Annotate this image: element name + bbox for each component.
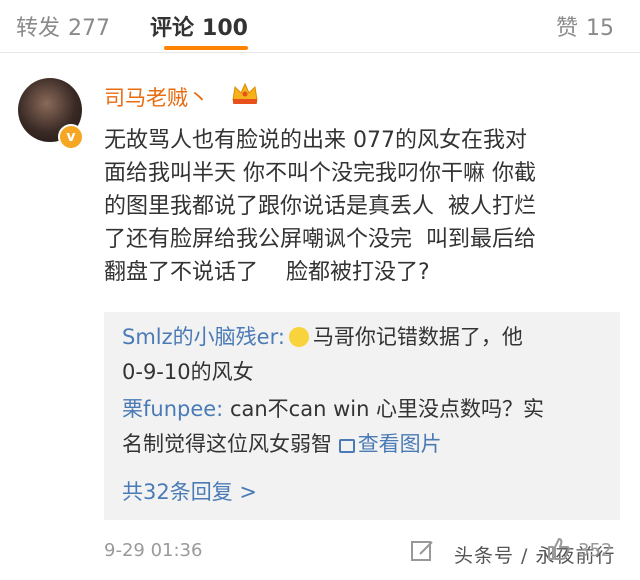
reply-author[interactable]: Smlz的小脑残er: xyxy=(122,325,285,349)
image-icon xyxy=(338,439,355,453)
reply-text: 0-9-10的风女 xyxy=(122,360,254,384)
reply-author[interactable]: 栗funpee: xyxy=(122,397,223,421)
comment-line: 面给我叫半天 你不叫个没完我叼你干嘛 你截 xyxy=(104,161,536,186)
crown-icon xyxy=(232,82,258,104)
reply-edit-icon[interactable] xyxy=(410,538,436,564)
tab-repost[interactable]: 转发 277 xyxy=(16,10,110,42)
comment-line: 了还有脸屏给我公屏嘲讽个没完 叫到最后给 xyxy=(104,227,536,252)
tab-repost-count: 277 xyxy=(68,16,111,41)
comment-line: 的图里我都说了跟你说话是真丢人 被人打烂 xyxy=(104,194,536,219)
comment-username[interactable]: 司马老贼丶 xyxy=(104,82,209,112)
active-tab-indicator xyxy=(164,46,248,50)
tab-like-label: 赞 xyxy=(555,16,578,41)
verified-badge-icon: v xyxy=(58,124,84,150)
comment-timestamp: 9-29 01:36 xyxy=(104,540,203,561)
tab-comment-count: 100 xyxy=(202,16,248,41)
reply-text: 名制觉得这位风女弱智 xyxy=(122,432,339,456)
tab-like[interactable]: 赞 15 xyxy=(556,10,614,42)
view-image-link[interactable]: 查看图片 xyxy=(338,432,442,456)
reply-item[interactable]: Smlz的小脑残er: 马哥你记错数据了，他 0-9-10的风女 xyxy=(122,320,612,390)
tab-comment-label: 评论 xyxy=(150,16,195,41)
comment-line: 翻盘了不说话了 脸都被打没了? xyxy=(104,260,430,285)
tab-like-count: 15 xyxy=(586,16,614,41)
reply-item[interactable]: 栗funpee: can不can win 心里没点数吗？实 名制觉得这位风女弱智… xyxy=(122,392,612,462)
comment-tabs: 转发 277 评论 100 赞 15 xyxy=(0,0,640,53)
tab-comment[interactable]: 评论 100 xyxy=(150,10,248,42)
more-replies-link[interactable]: 共32条回复 > xyxy=(122,476,257,506)
tab-repost-label: 转发 xyxy=(16,16,61,41)
view-image-label: 查看图片 xyxy=(357,432,442,456)
reply-box: Smlz的小脑残er: 马哥你记错数据了，他 0-9-10的风女 栗funpee:… xyxy=(104,312,620,520)
like-thumb-icon[interactable] xyxy=(546,536,572,562)
reply-text: can不can win 心里没点数吗？实 xyxy=(223,397,545,421)
comment-body: 无故骂人也有脸说的出来 077的风女在我对 面给我叫半天 你不叫个没完我叼你干嘛… xyxy=(104,124,624,289)
reply-text: 马哥你记错数据了，他 xyxy=(312,325,523,349)
like-count: 352 xyxy=(578,540,613,561)
smile-emoji-icon xyxy=(288,327,309,347)
comment-line: 无故骂人也有脸说的出来 077的风女在我对 xyxy=(104,128,527,153)
